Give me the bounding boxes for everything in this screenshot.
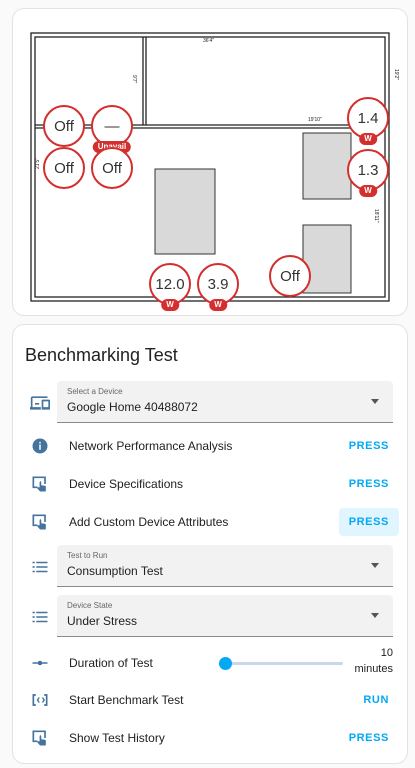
device-select[interactable]: Select a Device Google Home 40488072 [57, 381, 393, 423]
start-benchmark-label: Start Benchmark Test [69, 693, 184, 707]
marker-power-4[interactable]: 3.9 W [197, 263, 239, 311]
state-select-row: Device State Under Stress [13, 595, 407, 639]
watt-badge: W [359, 133, 377, 145]
dropdown-caret-icon [371, 399, 379, 404]
dim-room-width-mid: 19'10" [308, 117, 322, 123]
ray-vertex-icon [29, 652, 51, 674]
duration-unit: minutes [354, 663, 393, 675]
floorplan-card: 36'4" 19'10" 9'7" 19'2" 21'5" 18'11" Off… [12, 8, 408, 316]
test-to-run-value: Consumption Test [67, 564, 163, 578]
duration-label: Duration of Test [69, 656, 153, 670]
row-duration: Duration of Test 10 minutes [13, 643, 407, 683]
benchmark-card: Benchmarking Test Select a Device Google… [12, 324, 408, 764]
dropdown-caret-icon [371, 563, 379, 568]
custom-attributes-press-button[interactable]: PRESS [338, 508, 399, 536]
device-select-label: Select a Device [67, 387, 123, 396]
slider-thumb[interactable] [219, 657, 233, 670]
duration-slider[interactable] [219, 652, 343, 674]
info-icon [29, 435, 51, 457]
marker-off-2[interactable]: Off [43, 147, 85, 189]
gesture-tap-button-icon [29, 511, 51, 533]
test-history-press-button[interactable]: PRESS [339, 724, 399, 752]
device-select-value: Google Home 40488072 [67, 400, 198, 414]
row-custom-attributes: Add Custom Device Attributes PRESS [13, 503, 407, 541]
marker-power-1[interactable]: 1.4 W [347, 97, 389, 145]
row-device-specifications: Device Specifications PRESS [13, 465, 407, 503]
slider-track [219, 662, 343, 665]
marker-unavailable[interactable]: —Unavail [91, 105, 133, 153]
custom-attributes-label: Add Custom Device Attributes [69, 515, 229, 529]
format-list-icon [29, 606, 51, 628]
row-start-benchmark: Start Benchmark Test RUN [13, 681, 407, 719]
duration-number: 10 [380, 647, 393, 659]
row-network-performance: Network Performance Analysis PRESS [13, 427, 407, 465]
device-specifications-label: Device Specifications [69, 477, 184, 491]
dim-top-room-width: 36'4" [203, 38, 214, 44]
watt-badge: W [209, 299, 227, 311]
network-performance-label: Network Performance Analysis [69, 439, 233, 453]
run-button[interactable]: RUN [353, 686, 399, 714]
test-history-label: Show Test History [69, 731, 165, 745]
marker-power-2[interactable]: 1.3 W [347, 149, 389, 197]
marker-off-3[interactable]: Off [91, 147, 133, 189]
device-state-label: Device State [67, 601, 113, 610]
dim-right-wall: 19'2" [393, 69, 399, 80]
format-list-icon [29, 556, 51, 578]
row-test-history: Show Test History PRESS [13, 719, 407, 757]
card-title: Benchmarking Test [25, 345, 178, 365]
network-performance-press-button[interactable]: PRESS [339, 432, 399, 460]
device-state-value: Under Stress [67, 614, 138, 628]
dim-right-wall-lower: 18'11" [373, 209, 379, 223]
device-specifications-press-button[interactable]: PRESS [339, 470, 399, 498]
marker-power-3[interactable]: 12.0 W [149, 263, 191, 311]
dropdown-caret-icon [371, 613, 379, 618]
dim-left-wall-lower: 21'5" [35, 158, 41, 169]
code-brackets-icon [29, 689, 51, 711]
duration-value: 10 minutes [354, 645, 393, 677]
dim-left-room-height: 9'7" [131, 75, 137, 84]
test-to-run-label: Test to Run [67, 551, 108, 560]
test-select-row: Test to Run Consumption Test [13, 545, 407, 589]
test-to-run-select[interactable]: Test to Run Consumption Test [57, 545, 393, 587]
device-state-select[interactable]: Device State Under Stress [57, 595, 393, 637]
devices-icon [29, 392, 51, 414]
marker-off-1[interactable]: Off [43, 105, 85, 147]
marker-off-4[interactable]: Off [269, 255, 311, 297]
gesture-tap-button-icon [29, 473, 51, 495]
device-select-row: Select a Device Google Home 40488072 [13, 381, 407, 425]
watt-badge: W [161, 299, 179, 311]
watt-badge: W [359, 185, 377, 197]
gesture-tap-button-icon [29, 727, 51, 749]
